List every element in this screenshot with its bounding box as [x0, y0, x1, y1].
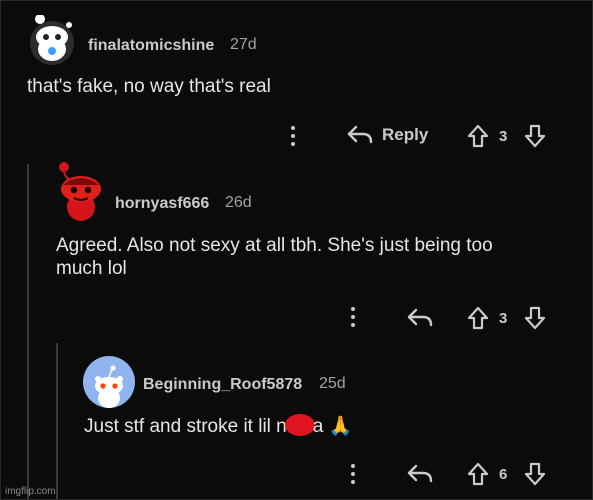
thread-line-level-1[interactable] — [27, 164, 29, 499]
snoo-avatar-icon — [30, 14, 74, 65]
upvote-icon[interactable] — [467, 306, 489, 330]
username[interactable]: finalatomicshine — [88, 37, 214, 55]
comment-body-start: Just stf and stroke it lil n — [84, 416, 287, 437]
reply-button[interactable]: Reply — [346, 124, 428, 146]
reply-label: Reply — [382, 125, 429, 144]
comment-age: 26d — [225, 194, 252, 211]
reply-arrow-icon — [407, 308, 433, 327]
comment-body: Just stf and stroke it lil n a 🙏 — [84, 414, 352, 438]
comment-age: 27d — [230, 36, 257, 53]
snoo-avatar-icon — [83, 356, 135, 408]
redaction-mark — [284, 414, 315, 436]
username[interactable]: Beginning_Roof5878 — [143, 376, 302, 394]
more-options-icon[interactable] — [351, 307, 355, 331]
downvote-icon[interactable] — [524, 124, 546, 148]
reply-arrow-icon — [347, 125, 373, 144]
comment-body-end: a 🙏 — [312, 416, 353, 437]
comment-age: 25d — [319, 375, 346, 392]
vote-count: 3 — [499, 128, 508, 145]
comment-thread: finalatomicshine 27d that's fake, no way… — [0, 0, 593, 500]
avatar[interactable] — [83, 356, 135, 408]
upvote-icon[interactable] — [467, 124, 489, 148]
more-options-icon[interactable] — [291, 126, 295, 150]
downvote-icon[interactable] — [524, 462, 546, 486]
reply-button[interactable] — [406, 307, 434, 329]
watermark: imgflip.com — [5, 486, 56, 497]
avatar[interactable] — [27, 14, 77, 65]
downvote-icon[interactable] — [524, 306, 546, 330]
more-options-icon[interactable] — [351, 464, 355, 488]
username[interactable]: hornyasf666 — [115, 195, 209, 213]
comment-body-line-2: much lol — [56, 258, 127, 279]
thread-line-level-2[interactable] — [56, 343, 58, 499]
vote-count: 3 — [499, 310, 508, 327]
snoo-avatar-icon — [59, 162, 101, 221]
comment-body: that's fake, no way that's real — [27, 76, 271, 97]
reply-arrow-icon — [407, 464, 433, 483]
reply-button[interactable] — [406, 463, 434, 485]
upvote-icon[interactable] — [467, 462, 489, 486]
comment-body-line-1: Agreed. Also not sexy at all tbh. She's … — [56, 235, 493, 256]
vote-count: 6 — [499, 466, 508, 483]
avatar[interactable] — [55, 159, 107, 223]
